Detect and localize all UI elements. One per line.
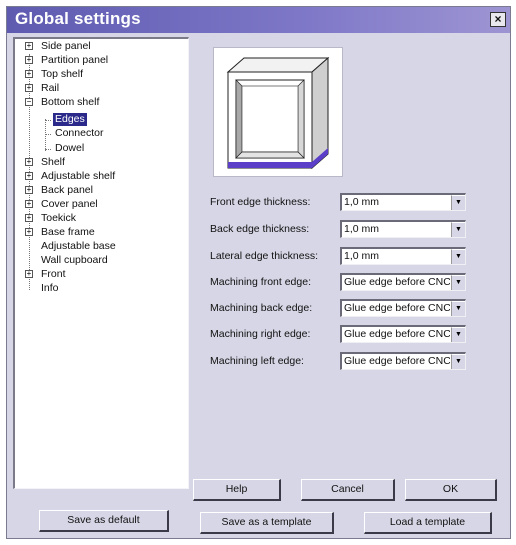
tree-item-label: Adjustable shelf bbox=[41, 170, 116, 182]
field-label: Machining right edge: bbox=[210, 328, 311, 340]
field-label: Machining left edge: bbox=[210, 355, 304, 367]
select-value: 1,0 mm bbox=[344, 250, 380, 262]
tree-item-back-panel[interactable]: + Back panel bbox=[15, 184, 185, 197]
expand-icon[interactable]: + bbox=[25, 70, 33, 78]
tree-item-label: Dowel bbox=[55, 142, 85, 154]
tree-item-bottom-shelf[interactable]: − Bottom shelf bbox=[15, 96, 185, 109]
expand-icon[interactable]: + bbox=[25, 172, 33, 180]
tree-item-label: Base frame bbox=[41, 226, 95, 238]
collapse-icon[interactable]: − bbox=[25, 98, 33, 106]
chevron-down-icon[interactable]: ▼ bbox=[451, 222, 465, 237]
save-as-default-button[interactable]: Save as default bbox=[39, 510, 169, 532]
chevron-down-icon[interactable]: ▼ bbox=[451, 327, 465, 342]
select-value: Glue edge before CNC + bbox=[344, 276, 450, 288]
tree-item-shelf[interactable]: + Shelf bbox=[15, 156, 185, 169]
tree-item-adjustable-shelf[interactable]: + Adjustable shelf bbox=[15, 170, 185, 183]
tree-item-label: Bottom shelf bbox=[41, 96, 100, 108]
tree-item-top-shelf[interactable]: + Top shelf bbox=[15, 68, 185, 81]
global-settings-dialog: Global settings × + Side panel + Partiti… bbox=[6, 6, 511, 539]
expand-icon[interactable]: + bbox=[25, 228, 33, 236]
expand-icon[interactable]: + bbox=[25, 214, 33, 222]
title-bar: Global settings × bbox=[7, 7, 510, 33]
machining-back-edge-select[interactable]: Glue edge before CNC + ▼ bbox=[340, 299, 466, 317]
tree-item-label: Partition panel bbox=[41, 54, 109, 66]
expand-icon[interactable]: + bbox=[25, 200, 33, 208]
select-value: Glue edge before CNC + bbox=[344, 355, 450, 367]
chevron-down-icon[interactable]: ▼ bbox=[451, 275, 465, 290]
tree-item-base-frame[interactable]: + Base frame bbox=[15, 226, 185, 239]
machining-right-edge-select[interactable]: Glue edge before CNC + ▼ bbox=[340, 325, 466, 343]
tree-item-toekick[interactable]: + Toekick bbox=[15, 212, 185, 225]
expand-icon[interactable]: + bbox=[25, 270, 33, 278]
tree-item-edges[interactable]: Edges bbox=[15, 113, 185, 126]
select-value: Glue edge before CNC + bbox=[344, 302, 450, 314]
tree-item-label: Top shelf bbox=[41, 68, 84, 80]
tree-item-label: Edges bbox=[53, 113, 87, 126]
field-label: Back edge thickness: bbox=[210, 223, 310, 235]
tree-item-wall-cupboard[interactable]: Wall cupboard bbox=[15, 254, 185, 267]
tree-item-side-panel[interactable]: + Side panel bbox=[15, 40, 185, 53]
tree-item-connector[interactable]: Connector bbox=[15, 127, 185, 140]
cabinet-edge-preview-icon bbox=[226, 56, 330, 170]
tree-item-dowel[interactable]: Dowel bbox=[15, 142, 185, 155]
tree-item-label: Cover panel bbox=[41, 198, 98, 210]
tree-item-info[interactable]: Info bbox=[15, 282, 185, 295]
settings-tree[interactable]: + Side panel + Partition panel + Top she… bbox=[13, 37, 189, 489]
tree-item-label: Wall cupboard bbox=[41, 254, 108, 266]
tree-item-adjustable-base[interactable]: Adjustable base bbox=[15, 240, 185, 253]
dialog-title: Global settings bbox=[15, 9, 141, 28]
tree-item-label: Back panel bbox=[41, 184, 93, 196]
expand-icon[interactable]: + bbox=[25, 42, 33, 50]
cancel-button[interactable]: Cancel bbox=[301, 479, 395, 501]
tree-item-rail[interactable]: + Rail bbox=[15, 82, 185, 95]
edge-preview bbox=[213, 47, 343, 177]
tree-item-label: Rail bbox=[41, 82, 60, 94]
tree-item-label: Connector bbox=[55, 127, 104, 139]
back-edge-thickness-select[interactable]: 1,0 mm ▼ bbox=[340, 220, 466, 238]
field-label: Front edge thickness: bbox=[210, 196, 311, 208]
chevron-down-icon[interactable]: ▼ bbox=[451, 195, 465, 210]
expand-icon[interactable]: + bbox=[25, 186, 33, 194]
expand-icon[interactable]: + bbox=[25, 158, 33, 166]
expand-icon[interactable]: + bbox=[25, 56, 33, 64]
machining-left-edge-select[interactable]: Glue edge before CNC + ▼ bbox=[340, 352, 466, 370]
tree-item-label: Info bbox=[41, 282, 59, 294]
tree-item-label: Adjustable base bbox=[41, 240, 116, 252]
tree-item-front[interactable]: + Front bbox=[15, 268, 185, 281]
help-button[interactable]: Help bbox=[193, 479, 281, 501]
lateral-edge-thickness-select[interactable]: 1,0 mm ▼ bbox=[340, 247, 466, 265]
close-icon: × bbox=[494, 12, 502, 26]
tree-item-cover-panel[interactable]: + Cover panel bbox=[15, 198, 185, 211]
chevron-down-icon[interactable]: ▼ bbox=[451, 354, 465, 369]
tree-item-label: Toekick bbox=[41, 212, 77, 224]
ok-button[interactable]: OK bbox=[405, 479, 497, 501]
select-value: Glue edge before CNC + bbox=[344, 328, 450, 340]
select-value: 1,0 mm bbox=[344, 196, 380, 208]
expand-icon[interactable]: + bbox=[25, 84, 33, 92]
field-label: Lateral edge thickness: bbox=[210, 250, 318, 262]
front-edge-thickness-select[interactable]: 1,0 mm ▼ bbox=[340, 193, 466, 211]
chevron-down-icon[interactable]: ▼ bbox=[451, 301, 465, 316]
field-label: Machining front edge: bbox=[210, 276, 311, 288]
close-button[interactable]: × bbox=[490, 12, 506, 27]
tree-item-label: Shelf bbox=[41, 156, 65, 168]
load-template-button[interactable]: Load a template bbox=[364, 512, 492, 534]
save-as-template-button[interactable]: Save as a template bbox=[200, 512, 334, 534]
chevron-down-icon[interactable]: ▼ bbox=[451, 249, 465, 264]
tree-item-label: Side panel bbox=[41, 40, 91, 52]
select-value: 1,0 mm bbox=[344, 223, 380, 235]
tree-item-label: Front bbox=[41, 268, 66, 280]
field-label: Machining back edge: bbox=[210, 302, 313, 314]
tree-item-partition-panel[interactable]: + Partition panel bbox=[15, 54, 185, 67]
machining-front-edge-select[interactable]: Glue edge before CNC + ▼ bbox=[340, 273, 466, 291]
